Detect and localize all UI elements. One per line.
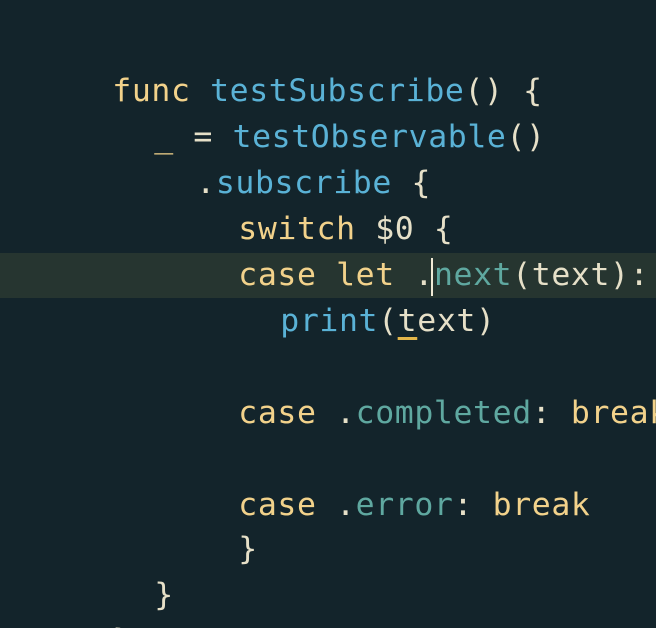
code-line-9[interactable]: } [160,480,258,567]
code-line-7[interactable]: case .completed: break [160,344,656,431]
keyword-break: break [492,487,591,523]
punctuation: () [506,119,546,155]
code-line-4[interactable]: switch $0 { [160,160,453,247]
code-line-8[interactable]: case .error: break [160,436,590,523]
colon: : [453,487,493,523]
dot: . [316,395,356,431]
code-line-11[interactable]: } [34,572,132,628]
binding: (text): [512,257,650,293]
code-editor[interactable]: func testSubscribe() { _ = testObservabl… [0,0,656,628]
closing-brace: } [112,623,132,628]
closing-brace: } [154,577,174,613]
member-completed: completed [355,395,532,431]
function-print: print [280,303,379,339]
code-line-1[interactable]: func testSubscribe() { [34,22,543,109]
code-line-10[interactable]: } [76,526,174,613]
keyword-break: break [570,395,656,431]
colon: : [531,395,571,431]
code-line-3[interactable]: .subscribe { [118,114,431,201]
warning-underline[interactable]: t [398,303,418,339]
closing-brace: } [238,531,258,567]
argument-rest: ext) [417,303,496,339]
code-line-6[interactable]: print(text) [202,252,496,339]
punctuation: ( [378,303,398,339]
dot: . [316,487,356,523]
code-line-5[interactable]: case let .next(text): [160,206,649,293]
text-cursor [431,258,433,296]
member-error: error [355,487,454,523]
keyword-case: case [238,395,317,431]
code-line-2[interactable]: _ = testObservable() [76,68,546,155]
